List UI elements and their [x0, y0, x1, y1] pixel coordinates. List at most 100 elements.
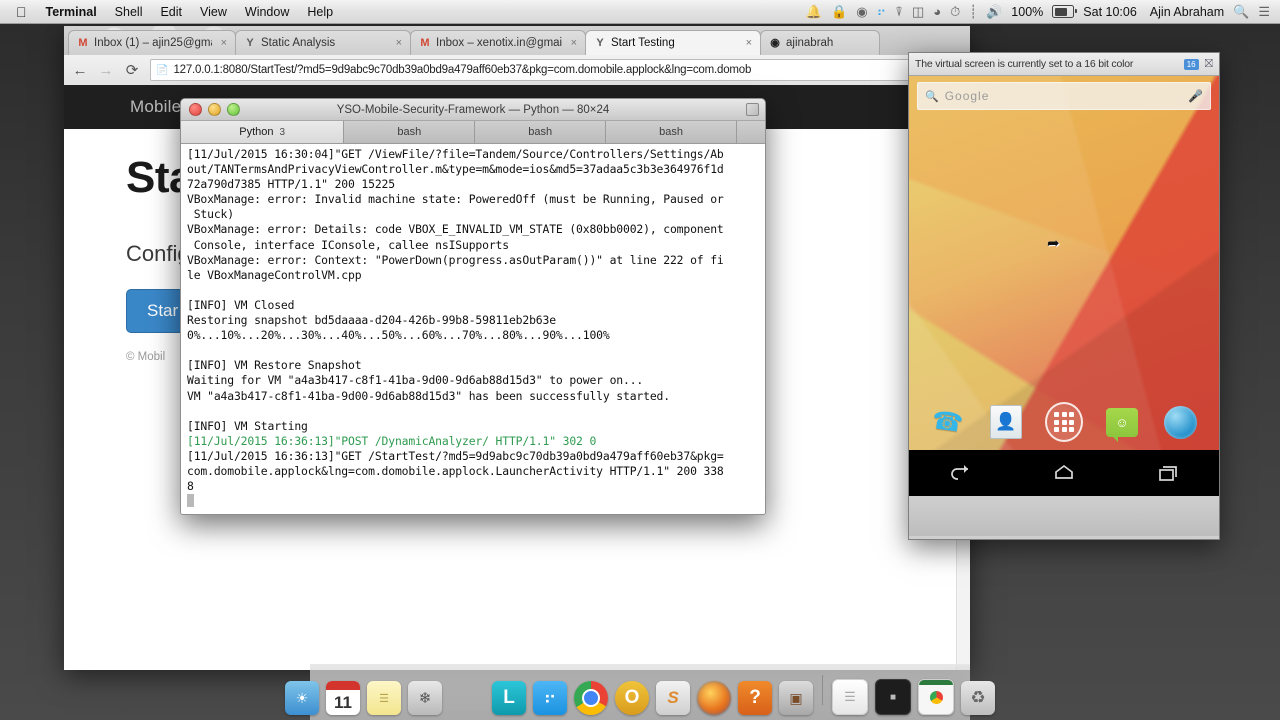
dock-item-document[interactable]: ☰	[832, 679, 868, 715]
phone-icon[interactable]: ☎	[929, 403, 967, 441]
yahoo-icon: Y	[246, 37, 254, 49]
emulator-notice-text: The virtual screen is currently set to a…	[915, 58, 1134, 70]
messaging-icon[interactable]: ☺	[1103, 403, 1141, 442]
notification-center-icon[interactable]: ☰	[1258, 5, 1270, 18]
menu-item-help[interactable]: Help	[298, 0, 342, 24]
google-search-widget[interactable]: 🔍 Google 🎤	[917, 82, 1211, 110]
back-nav-icon[interactable]	[948, 463, 974, 483]
forward-arrow-icon[interactable]: →	[98, 63, 114, 78]
terminal-title: YSO-Mobile-Security-Framework — Python —…	[336, 103, 610, 116]
dropbox-icon[interactable]: ◉	[856, 5, 867, 18]
site-brand[interactable]: Mobile	[64, 97, 181, 117]
emulator-screen[interactable]: 🔍 Google 🎤 ➦ ☎ 👤 ☺	[909, 76, 1219, 496]
terminal-tab-badge: 3	[279, 126, 286, 138]
dock-item-notes[interactable]: ☰	[367, 681, 401, 715]
search-icon[interactable]: 🔍	[1233, 5, 1249, 18]
close-icon[interactable]: ×	[392, 37, 402, 49]
browser-tab-inbox-xenotix[interactable]: M Inbox – xenotix.in@gmail ×	[410, 30, 586, 55]
browser-tab-start-testing[interactable]: Y Start Testing ×	[585, 30, 761, 55]
dock-item-trash[interactable]: ♻	[961, 681, 995, 715]
tab-label: Start Testing	[611, 37, 675, 49]
terminal-title-bar[interactable]: YSO-Mobile-Security-Framework — Python —…	[181, 99, 765, 121]
macos-dock: ☀ 11 ☰ ❄ >_ L ⠖ O S ? ▣ ☰ ■ ♻	[285, 664, 995, 720]
menu-item-shell[interactable]: Shell	[106, 0, 152, 24]
terminal-tab-bash-2[interactable]: bash	[475, 121, 607, 143]
address-bar[interactable]: 📄 127.0.0.1:8080/StartTest/?md5=9d9abc9c…	[150, 59, 962, 81]
close-icon[interactable]: ×	[742, 37, 752, 49]
home-nav-icon[interactable]	[1051, 463, 1077, 483]
menu-item-window[interactable]: Window	[236, 0, 298, 24]
dock-item-terminal-window[interactable]: ■	[875, 679, 911, 715]
dock-item-twitter[interactable]: ⠖	[533, 681, 567, 715]
macos-menu-bar:  Terminal Shell Edit View Window Help 🔔…	[0, 0, 1280, 24]
display-settings-icon[interactable]: 16	[1183, 58, 1199, 70]
menu-item-edit[interactable]: Edit	[151, 0, 191, 24]
terminal-line: com.domobile.applock&lng=com.domobile.ap…	[187, 463, 724, 478]
app-drawer-icon[interactable]	[1045, 402, 1083, 442]
battery-case-icon[interactable]: ◫	[912, 5, 924, 18]
dock-item-firefox[interactable]	[697, 681, 731, 715]
google-g-icon: 🔍	[925, 90, 939, 103]
back-arrow-icon[interactable]: ←	[72, 63, 88, 78]
menu-bar-status-area: 🔔 🔒 ◉ ⠖ ⍒ ◫ ◕ ⏱ ┊ 🔊 100% Sat 10:06 Ajin …	[806, 5, 1280, 19]
close-icon[interactable]: ×	[217, 37, 227, 49]
browser-tab-inbox-ajin25[interactable]: M Inbox (1) – ajin25@gmail ×	[68, 30, 236, 55]
apple-icon[interactable]: 	[16, 5, 27, 19]
terminal-line: 72a790d7385 HTTP/1.1" 200 15225	[187, 177, 395, 192]
browser-icon[interactable]	[1161, 403, 1199, 441]
browser-toolbar: ← → ⟳ 📄 127.0.0.1:8080/StartTest/?md5=9d…	[64, 55, 970, 86]
terminal-tab-bash-3[interactable]: bash	[606, 121, 737, 143]
resize-handle-icon[interactable]	[746, 103, 759, 116]
dock-item-photos[interactable]: ❄	[408, 681, 442, 715]
terminal-tab-label: bash	[528, 126, 553, 138]
browser-tab-ajinabrah[interactable]: ◉ ajinabrah	[760, 30, 880, 55]
browser-tab-static-analysis[interactable]: Y Static Analysis ×	[235, 30, 411, 55]
terminal-output[interactable]: [11/Jul/2015 16:30:04]"GET /ViewFile/?fi…	[181, 144, 765, 514]
recents-nav-icon[interactable]	[1154, 463, 1180, 483]
dock-item-iphoto[interactable]: ▣	[779, 681, 813, 715]
microphone-icon[interactable]: 🎤	[1188, 89, 1203, 103]
terminal-line: Stuck)	[187, 207, 234, 222]
terminal-line: [11/Jul/2015 16:30:04]"GET /ViewFile/?fi…	[187, 147, 724, 161]
wifi-icon[interactable]: ◕	[933, 5, 941, 18]
bluetooth-icon[interactable]: ┊	[969, 5, 977, 18]
dock-item-chrome-window[interactable]	[918, 679, 954, 715]
dock-item-linkedin[interactable]: L	[492, 681, 526, 715]
battery-icon[interactable]	[1052, 5, 1077, 18]
terminal-tab-python[interactable]: Python 3	[181, 121, 345, 143]
terminal-line: [INFO] VM Restore Snapshot	[187, 358, 362, 373]
close-icon[interactable]: ×	[567, 37, 577, 49]
dock-item-calendar[interactable]: 11	[326, 681, 360, 715]
window-title-bar	[919, 680, 953, 685]
volume-icon[interactable]: 🔊	[986, 5, 1002, 18]
terminal-tab-bash-1[interactable]: bash	[344, 121, 476, 143]
tab-label: Static Analysis	[261, 37, 336, 49]
user-name[interactable]: Ajin Abraham	[1146, 5, 1224, 19]
terminal-tab-label: bash	[659, 126, 683, 138]
time-machine-icon[interactable]: ⏱	[950, 5, 960, 18]
dock-item-chrome[interactable]	[574, 681, 608, 715]
dock-item-opera[interactable]: O	[615, 681, 649, 715]
dock-item-sublime-text[interactable]: S	[656, 681, 690, 715]
no-display-icon[interactable]: ⛝	[1205, 58, 1213, 71]
gmail-icon: M	[78, 37, 88, 49]
menu-item-view[interactable]: View	[191, 0, 236, 24]
menu-item-terminal[interactable]: Terminal	[37, 0, 106, 24]
terminal-line: Console, interface IConsole, callee nsIS…	[187, 237, 509, 252]
dock-item-finder[interactable]: ☀	[285, 681, 319, 715]
tab-label: ajinabrah	[786, 37, 834, 49]
dock-item-question-app[interactable]: ?	[738, 681, 772, 715]
reload-icon[interactable]: ⟳	[124, 63, 140, 78]
twitter-icon[interactable]: ⠖	[877, 5, 887, 18]
airplay-icon[interactable]: ⍒	[895, 5, 903, 18]
github-icon: ◉	[770, 37, 780, 49]
lock-icon[interactable]: 🔒	[831, 5, 847, 18]
clock[interactable]: Sat 10:06	[1083, 5, 1137, 19]
terminal-line: VBoxManage: error: Context: "PowerDown(p…	[187, 252, 724, 267]
page-icon: 📄	[156, 64, 169, 76]
bell-icon[interactable]: 🔔	[806, 5, 822, 18]
tab-label: Inbox (1) – ajin25@gmail	[94, 37, 212, 49]
terminal-tab-bar: Python 3 bash bash bash	[181, 121, 765, 144]
terminal-tab-label: Python	[239, 126, 274, 138]
contacts-icon[interactable]: 👤	[987, 403, 1025, 441]
